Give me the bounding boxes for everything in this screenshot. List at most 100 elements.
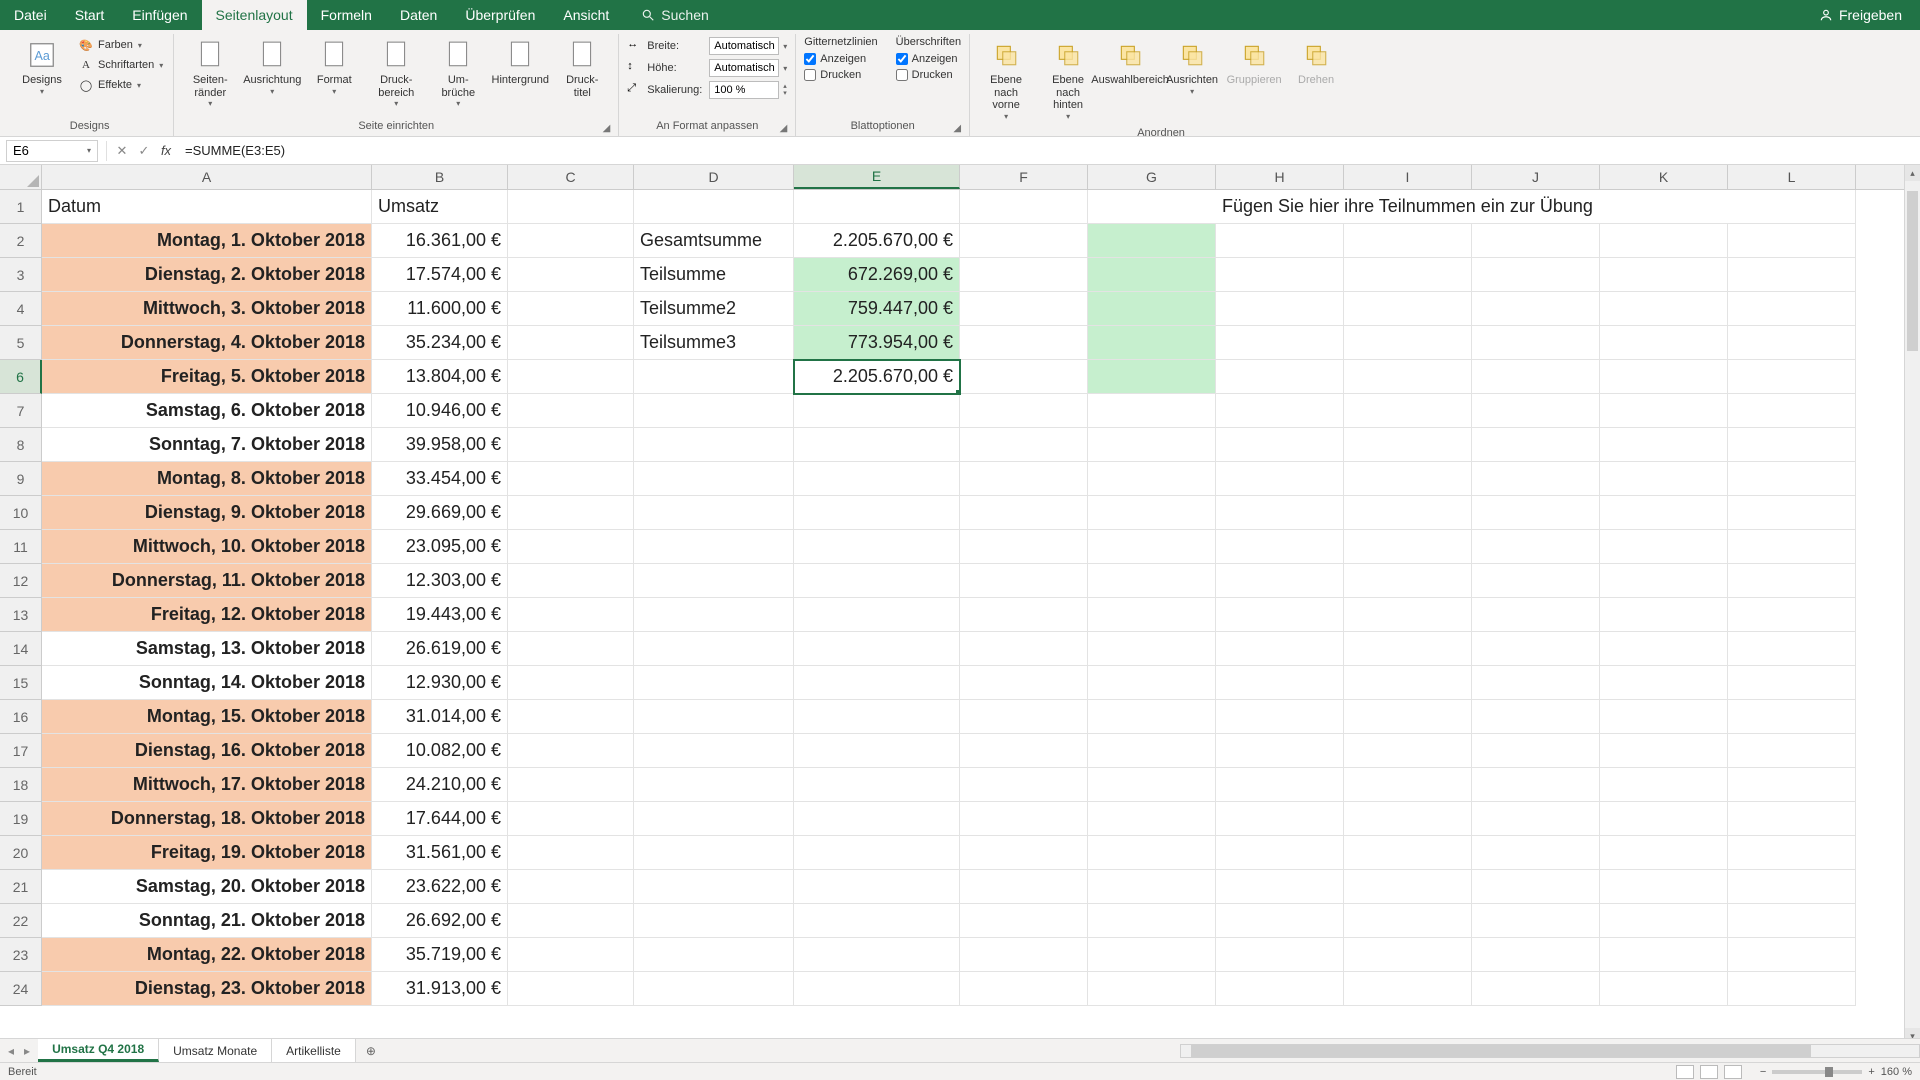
cell[interactable]	[1344, 802, 1472, 836]
cell[interactable]	[1728, 326, 1856, 360]
breaks-button[interactable]: Um-brüche▾	[430, 34, 486, 112]
cell[interactable]: 759.447,00 €	[794, 292, 960, 326]
cell[interactable]	[794, 530, 960, 564]
cell[interactable]	[634, 802, 794, 836]
cell[interactable]	[794, 462, 960, 496]
cell[interactable]	[1472, 938, 1600, 972]
scroll-thumb[interactable]	[1191, 1045, 1811, 1057]
cell[interactable]	[1088, 666, 1216, 700]
cell[interactable]	[1344, 462, 1472, 496]
cell[interactable]: Samstag, 20. Oktober 2018	[42, 870, 372, 904]
fonts-button[interactable]: ASchriftarten▾	[76, 56, 165, 74]
cell[interactable]: 16.361,00 €	[372, 224, 508, 258]
scroll-up-icon[interactable]: ▴	[1905, 165, 1920, 181]
cell[interactable]	[1344, 870, 1472, 904]
cell[interactable]	[1344, 836, 1472, 870]
cell[interactable]	[794, 700, 960, 734]
cell[interactable]	[508, 530, 634, 564]
cell[interactable]	[794, 666, 960, 700]
cell[interactable]	[794, 632, 960, 666]
cell[interactable]	[1728, 632, 1856, 666]
cell[interactable]	[1344, 292, 1472, 326]
cell[interactable]	[1472, 904, 1600, 938]
zoom-slider[interactable]	[1772, 1070, 1862, 1074]
cell[interactable]	[1600, 530, 1728, 564]
cell[interactable]: 2.205.670,00 €	[794, 224, 960, 258]
width-control[interactable]: ↔Breite:Automatisch▾	[627, 36, 787, 56]
cell[interactable]	[1344, 904, 1472, 938]
cell[interactable]: Mittwoch, 17. Oktober 2018	[42, 768, 372, 802]
cell[interactable]	[508, 836, 634, 870]
column-header-I[interactable]: I	[1344, 165, 1472, 189]
cell[interactable]	[1088, 632, 1216, 666]
row-header[interactable]: 7	[0, 394, 42, 428]
cell[interactable]: Freitag, 12. Oktober 2018	[42, 598, 372, 632]
cell[interactable]: Teilsumme	[634, 258, 794, 292]
cell[interactable]	[1472, 632, 1600, 666]
cell[interactable]	[1472, 700, 1600, 734]
gridlines-print-checkbox[interactable]: Drucken	[804, 68, 877, 82]
cell[interactable]	[508, 326, 634, 360]
cell[interactable]	[960, 802, 1088, 836]
cell[interactable]	[634, 734, 794, 768]
cell[interactable]	[634, 836, 794, 870]
cell[interactable]	[1728, 904, 1856, 938]
row-header[interactable]: 2	[0, 224, 42, 258]
cell[interactable]	[794, 428, 960, 462]
cell[interactable]: 35.719,00 €	[372, 938, 508, 972]
cell[interactable]	[1728, 972, 1856, 1006]
cell[interactable]	[508, 632, 634, 666]
cell[interactable]	[1728, 360, 1856, 394]
cell[interactable]	[634, 360, 794, 394]
cell[interactable]	[1216, 292, 1344, 326]
cell[interactable]	[960, 836, 1088, 870]
menu-tab-überprüfen[interactable]: Überprüfen	[451, 0, 549, 30]
cell[interactable]: Sonntag, 21. Oktober 2018	[42, 904, 372, 938]
cell[interactable]	[960, 530, 1088, 564]
cell[interactable]	[1344, 598, 1472, 632]
cell[interactable]	[634, 972, 794, 1006]
vertical-scrollbar[interactable]: ▴ ▾	[1904, 165, 1920, 1044]
cell[interactable]	[960, 224, 1088, 258]
menu-tab-datei[interactable]: Datei	[0, 0, 61, 30]
cell[interactable]: Sonntag, 7. Oktober 2018	[42, 428, 372, 462]
cell[interactable]	[1344, 224, 1472, 258]
cell[interactable]	[508, 564, 634, 598]
chevron-left-icon[interactable]: ◂	[8, 1044, 14, 1058]
cell[interactable]	[634, 870, 794, 904]
row-header[interactable]: 17	[0, 734, 42, 768]
cell[interactable]	[1344, 428, 1472, 462]
menu-tab-start[interactable]: Start	[61, 0, 119, 30]
cell[interactable]	[1344, 938, 1472, 972]
cell[interactable]	[1088, 870, 1216, 904]
cell[interactable]	[1216, 564, 1344, 598]
cell[interactable]	[1216, 530, 1344, 564]
cell[interactable]	[1728, 394, 1856, 428]
cell[interactable]	[1472, 394, 1600, 428]
cell[interactable]: 2.205.670,00 €	[794, 360, 960, 394]
cell[interactable]: 31.913,00 €	[372, 972, 508, 1006]
cell[interactable]: Donnerstag, 4. Oktober 2018	[42, 326, 372, 360]
cell[interactable]	[1600, 258, 1728, 292]
cell[interactable]	[1216, 938, 1344, 972]
cell[interactable]	[508, 292, 634, 326]
row-header[interactable]: 10	[0, 496, 42, 530]
row-header[interactable]: 11	[0, 530, 42, 564]
print-titles-button[interactable]: Druck-titel	[554, 34, 610, 103]
size-button[interactable]: Format▾	[306, 34, 362, 100]
cell[interactable]	[960, 564, 1088, 598]
row-header[interactable]: 21	[0, 870, 42, 904]
cell[interactable]	[1088, 768, 1216, 802]
cell[interactable]: Montag, 15. Oktober 2018	[42, 700, 372, 734]
chevron-right-icon[interactable]: ▸	[24, 1044, 30, 1058]
row-header[interactable]: 14	[0, 632, 42, 666]
margins-button[interactable]: Seiten-ränder▾	[182, 34, 238, 112]
cell[interactable]: Donnerstag, 18. Oktober 2018	[42, 802, 372, 836]
row-header[interactable]: 9	[0, 462, 42, 496]
cell[interactable]: Datum	[42, 190, 372, 224]
cell[interactable]	[1344, 700, 1472, 734]
column-header-C[interactable]: C	[508, 165, 634, 189]
row-header[interactable]: 12	[0, 564, 42, 598]
themes-button[interactable]: Aa Designs ▾	[14, 34, 70, 100]
cell[interactable]	[1472, 292, 1600, 326]
